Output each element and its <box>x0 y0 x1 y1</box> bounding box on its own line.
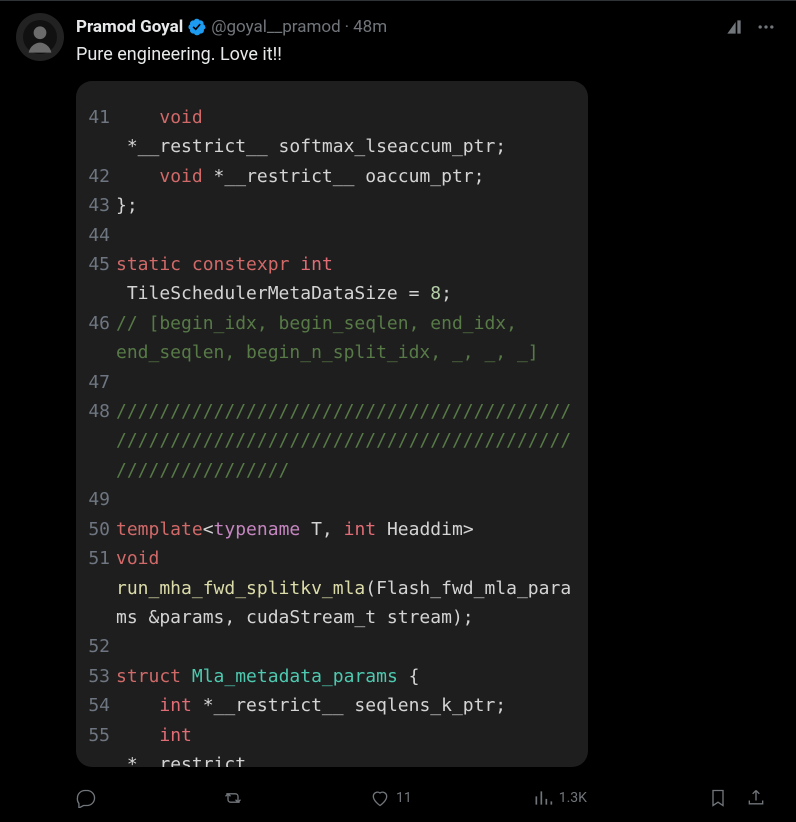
line-number <box>76 132 110 161</box>
code-line: int *__restrict__ seqlens_k_ptr; <box>116 691 588 720</box>
line-number <box>76 750 110 767</box>
code-line: }; <box>116 191 588 220</box>
reply-button[interactable] <box>76 788 102 808</box>
code-line <box>116 632 588 661</box>
tweet-text: Pure engineering. Love it!! <box>76 43 780 67</box>
like-count: 11 <box>396 790 412 806</box>
retweet-icon <box>223 788 243 808</box>
line-number: 41 <box>76 103 110 132</box>
code-line: struct Mla_metadata_params { <box>116 662 588 691</box>
share-button[interactable] <box>746 788 766 808</box>
bookmark-icon <box>708 788 728 808</box>
code-line: // [begin_idx, begin_seqlen, end_idx, en… <box>116 309 588 368</box>
share-icon <box>746 788 766 808</box>
line-number: 54 <box>76 691 110 720</box>
display-name[interactable]: Pramod Goyal <box>76 17 183 37</box>
code-screenshot[interactable]: 41 void *__restrict__ softmax_lseaccum_p… <box>76 81 588 767</box>
tweet[interactable]: Pramod Goyal @goyal__pramod · 48m Pure e… <box>0 0 796 822</box>
views-icon <box>533 788 553 808</box>
line-number: 53 <box>76 662 110 691</box>
separator-dot: · <box>345 17 349 37</box>
code-line: TileSchedulerMetaDataSize = 8; <box>116 279 588 308</box>
user-handle[interactable]: @goyal__pramod <box>211 17 340 37</box>
tweet-actions: 11 1.3K <box>76 782 766 816</box>
line-number: 43 <box>76 191 110 220</box>
view-count: 1.3K <box>559 790 587 806</box>
code-line: template<typename T, int Headdim> <box>116 515 588 544</box>
line-number: 46 <box>76 309 110 368</box>
avatar-image <box>23 20 57 54</box>
code-line: static constexpr int <box>116 250 588 279</box>
line-number: 52 <box>76 632 110 661</box>
like-button[interactable]: 11 <box>370 788 412 808</box>
grok-icon[interactable] <box>720 13 748 41</box>
line-number: 49 <box>76 485 110 514</box>
line-number: 50 <box>76 515 110 544</box>
code-line: int <box>116 721 588 750</box>
code-line <box>116 485 588 514</box>
retweet-button[interactable] <box>223 788 249 808</box>
line-number: 55 <box>76 721 110 750</box>
more-icon[interactable] <box>752 13 780 41</box>
code-line: void <box>116 103 588 132</box>
code-block: 41 void *__restrict__ softmax_lseaccum_p… <box>76 103 588 767</box>
views-button[interactable]: 1.3K <box>533 788 587 808</box>
line-number <box>76 279 110 308</box>
line-number: 47 <box>76 368 110 397</box>
heart-icon <box>370 788 390 808</box>
code-line: *__restrict__ tile_scheduler_metadata_pt… <box>116 750 588 767</box>
reply-icon <box>76 788 96 808</box>
line-number: 48 <box>76 397 110 485</box>
code-line: ////////////////////////////////////////… <box>116 397 588 485</box>
bookmark-button[interactable] <box>708 788 728 808</box>
line-number: 44 <box>76 221 110 250</box>
code-line <box>116 221 588 250</box>
line-number: 42 <box>76 162 110 191</box>
timestamp[interactable]: 48m <box>353 17 387 37</box>
code-line: void run_mha_fwd_splitkv_mla(Flash_fwd_m… <box>116 544 588 632</box>
tweet-main: Pramod Goyal @goyal__pramod · 48m Pure e… <box>76 13 780 816</box>
line-number: 45 <box>76 250 110 279</box>
code-line: void *__restrict__ oaccum_ptr; <box>116 162 588 191</box>
tweet-header: Pramod Goyal @goyal__pramod · 48m <box>76 13 780 41</box>
avatar[interactable] <box>16 13 64 61</box>
code-line: *__restrict__ softmax_lseaccum_ptr; <box>116 132 588 161</box>
line-number: 51 <box>76 544 110 632</box>
avatar-column <box>16 13 64 816</box>
verified-badge-icon <box>187 17 207 37</box>
code-line <box>116 368 588 397</box>
